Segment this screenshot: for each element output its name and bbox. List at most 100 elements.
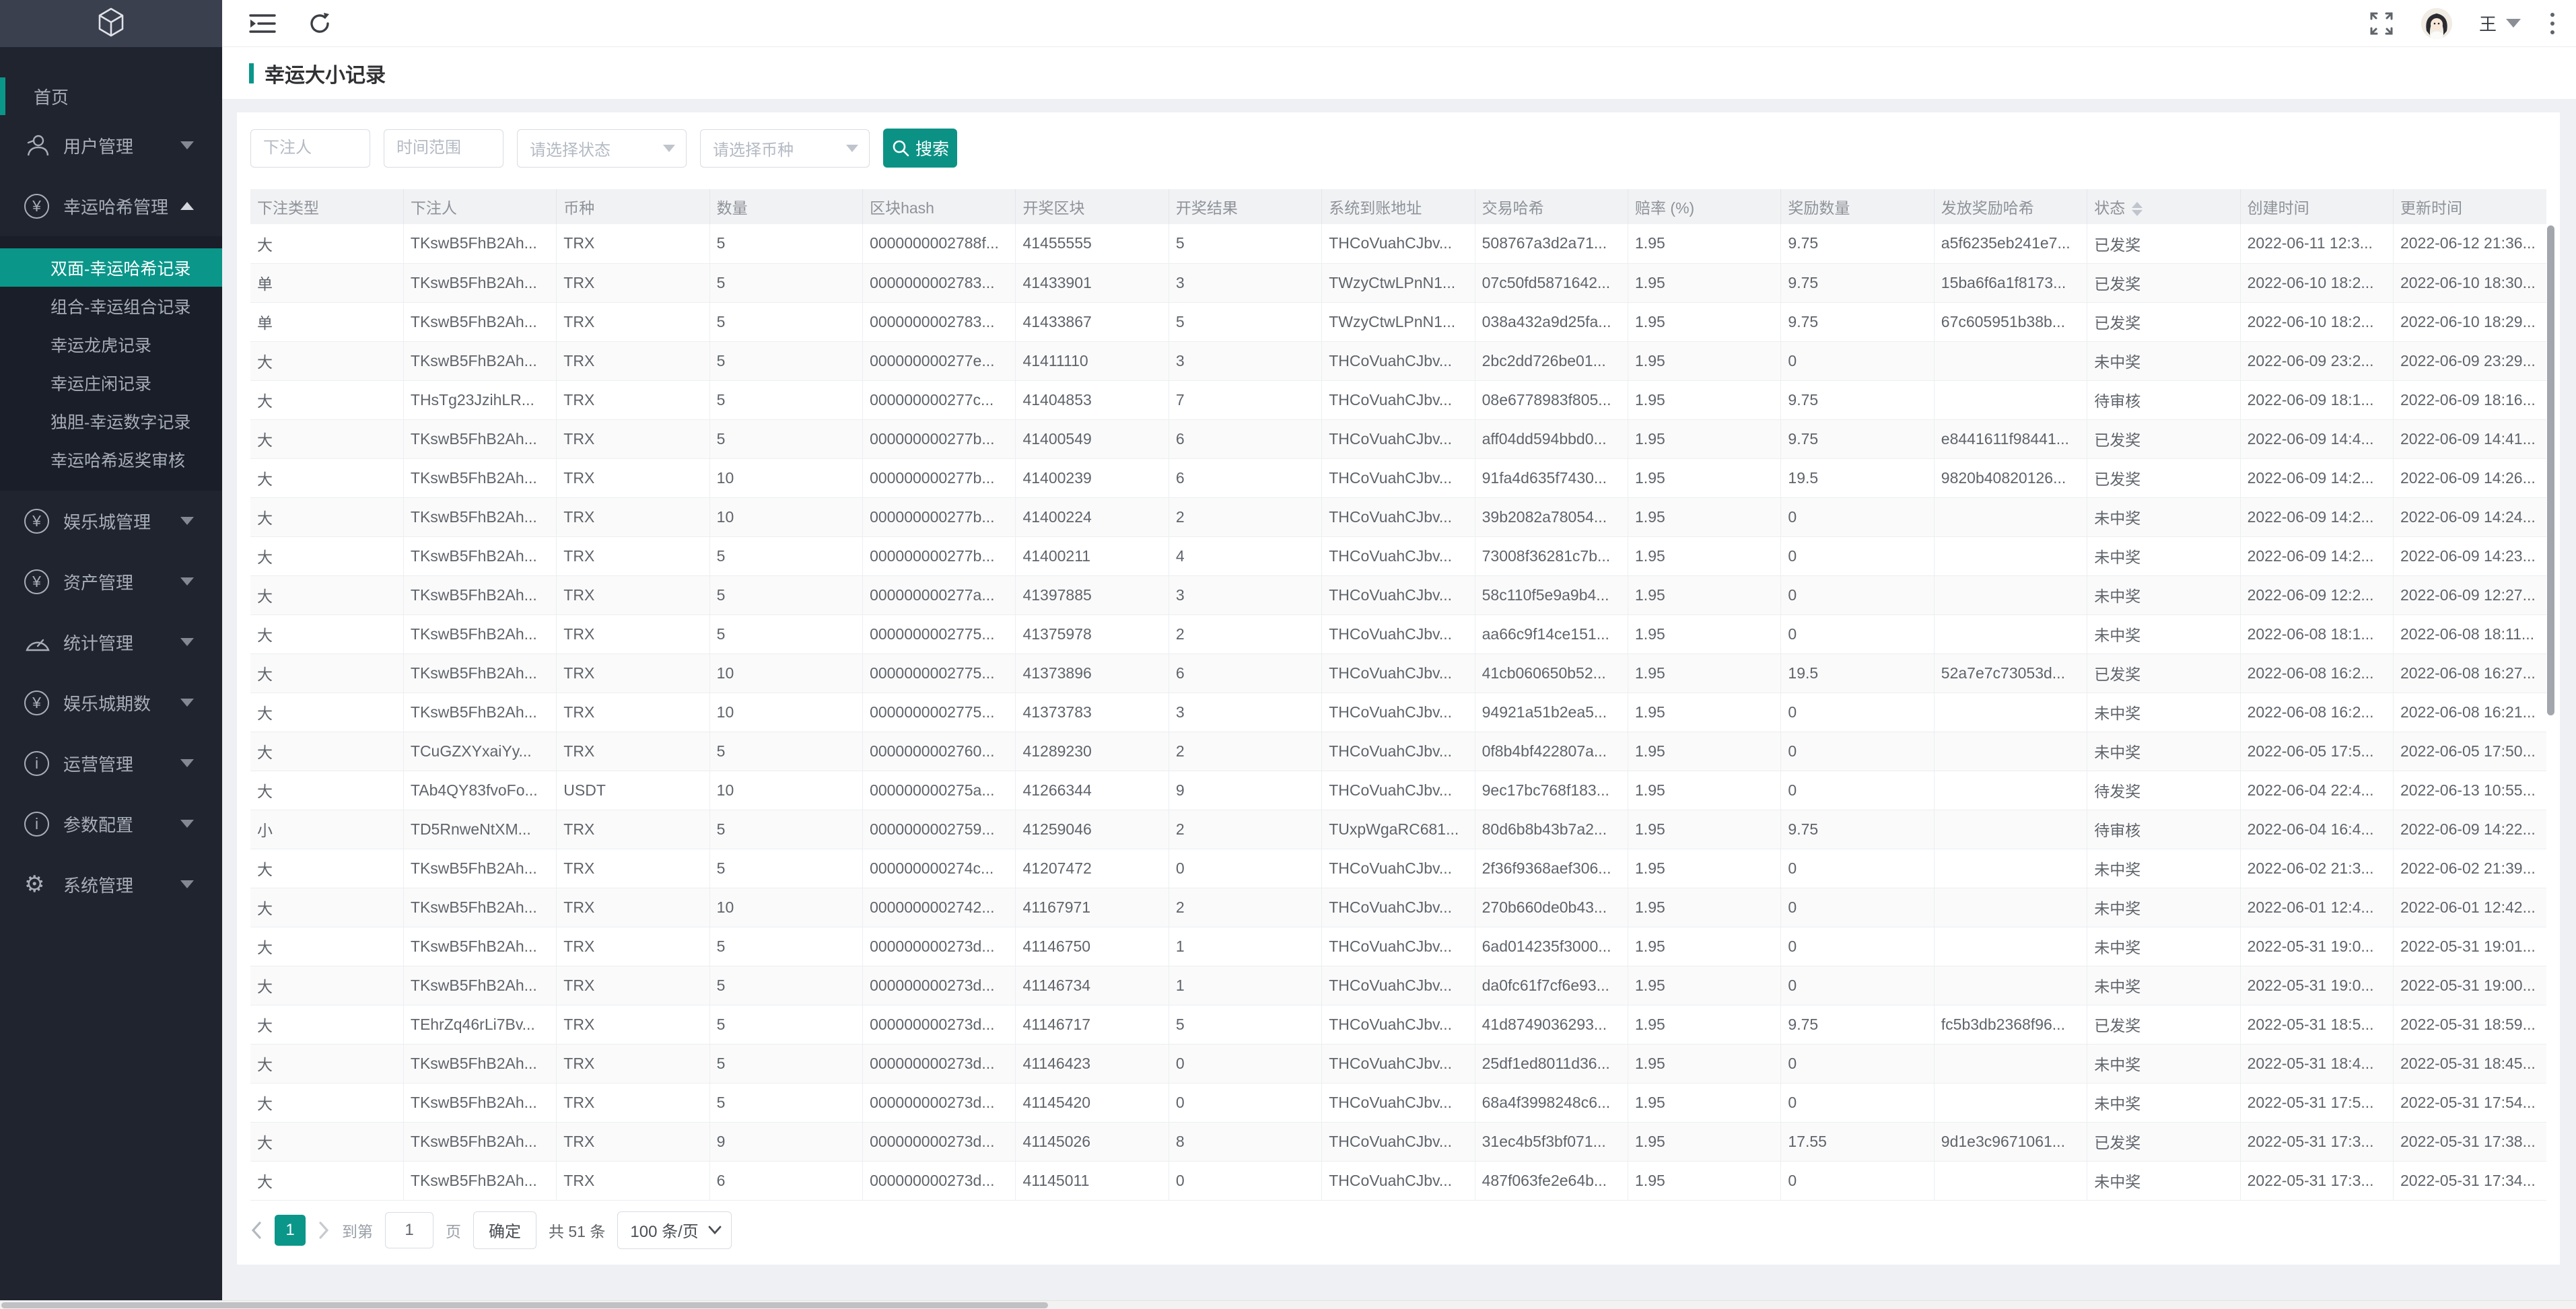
- chevron-up-icon: [180, 202, 194, 210]
- table-cell: TKswB5FhB2Ah...: [403, 1122, 557, 1162]
- next-page-icon[interactable]: [318, 1221, 330, 1240]
- table-cell: 5: [1169, 1005, 1323, 1045]
- sidebar-subitem-double-lucky-hash-records[interactable]: 双面-幸运哈希记录: [0, 248, 222, 287]
- table-cell: THCoVuahCJbv...: [1321, 888, 1475, 927]
- user-avatar[interactable]: [2421, 7, 2452, 39]
- status-select[interactable]: 请选择状态: [517, 129, 687, 168]
- table-cell: fc5b3db2368f96...: [1934, 1005, 2088, 1045]
- user-menu[interactable]: 王: [2479, 11, 2521, 36]
- sidebar-subitem-lucky-dragon-tiger-records[interactable]: 幸运龙虎记录: [0, 325, 222, 363]
- sidebar-subitem-lucky-hash-payout-review[interactable]: 幸运哈希返奖审核: [0, 440, 222, 479]
- table-cell: a5f6235eb241e7...: [1934, 224, 2088, 264]
- table-cell: 41375978: [1015, 614, 1169, 654]
- table-cell: 2022-05-31 19:0...: [2240, 966, 2394, 1005]
- table-cell: [1934, 536, 2088, 576]
- sidebar-group-user-management[interactable]: 用户管理: [0, 115, 222, 176]
- column-header-label: 系统到账地址: [1329, 199, 1422, 217]
- sort-carets-icon[interactable]: [2132, 202, 2143, 217]
- table-row: 大 TAb4QY83fvoFo... USDT 10 000000000275a... 4…: [250, 771, 2546, 810]
- table-row: 大 TKswB5FhB2Ah... TRX 6 000000000273d... 4114…: [250, 1161, 2546, 1201]
- table-cell: TRX: [556, 575, 710, 615]
- page-size-select[interactable]: 100 条/页: [617, 1211, 732, 1249]
- table-cell: TRX: [556, 224, 710, 264]
- table-cell: 0000000002775...: [862, 653, 1016, 693]
- sidebar-subitem-lucky-banker-player-records[interactable]: 幸运庄闲记录: [0, 363, 222, 402]
- search-button[interactable]: 搜索: [883, 129, 957, 168]
- table-cell: 41289230: [1015, 732, 1169, 771]
- table-cell: 1.95: [1628, 693, 1782, 732]
- column-header-6: 开奖区块: [1015, 189, 1169, 224]
- table-cell: 2022-06-10 18:2...: [2240, 263, 2394, 303]
- table-cell: 41259046: [1015, 810, 1169, 849]
- page-button-1[interactable]: 1: [275, 1214, 306, 1246]
- table-cell: 41455555: [1015, 224, 1169, 264]
- sidebar-group-operations-management[interactable]: i 运营管理: [0, 733, 222, 793]
- sidebar-group-asset-management[interactable]: ¥ 资产管理: [0, 551, 222, 612]
- sidebar-group-casino-periods[interactable]: ¥ 娱乐城期数: [0, 672, 222, 733]
- table-cell: 5: [1169, 302, 1323, 342]
- table-cell: 已发奖: [2087, 224, 2241, 264]
- table-cell: TRX: [556, 263, 710, 303]
- table-cell: 0: [1780, 341, 1935, 381]
- table-cell: 000000000274c...: [862, 849, 1016, 888]
- sidebar-menu: 首页 用户管理 ¥ 幸运哈希管理双面-幸运哈希记录 组合-幸运组合记录 幸运龙虎记录 幸运庄…: [0, 47, 222, 915]
- prev-page-icon[interactable]: [250, 1221, 263, 1240]
- sidebar-item-home[interactable]: 首页: [0, 77, 222, 115]
- refresh-icon[interactable]: [307, 11, 333, 36]
- table-cell: 2022-06-09 14:2...: [2240, 458, 2394, 498]
- collapse-menu-icon[interactable]: [249, 12, 276, 35]
- sidebar-group-system-management[interactable]: ⚙ 系统管理: [0, 854, 222, 915]
- table-cell: 未中奖: [2087, 849, 2241, 888]
- bettor-input[interactable]: [250, 129, 370, 168]
- table-cell: TRX: [556, 536, 710, 576]
- table-cell: 已发奖: [2087, 1005, 2241, 1045]
- column-header-13[interactable]: 状态: [2087, 189, 2241, 224]
- table-cell: 41400549: [1015, 419, 1169, 459]
- fullscreen-icon[interactable]: [2369, 11, 2394, 36]
- column-header-label: 区块hash: [870, 199, 934, 217]
- more-vertical-icon[interactable]: [2548, 10, 2557, 37]
- table-cell: 大: [250, 341, 404, 381]
- table-cell: 5: [709, 1083, 864, 1123]
- cube-logo-icon[interactable]: [95, 6, 127, 42]
- sidebar-group-lucky-hash-management[interactable]: ¥ 幸运哈希管理: [0, 176, 222, 236]
- table-vertical-scrollbar[interactable]: [2547, 225, 2554, 715]
- filter-bar: 请选择状态 请选择币种 搜索: [250, 129, 2546, 168]
- table-cell: 2022-06-01 12:42...: [2393, 888, 2546, 927]
- table-cell: 0000000002760...: [862, 732, 1016, 771]
- table-header-row: 下注类型 下注人 币种 数量 区块hash 开奖区块 开奖结果 系统到账地址 交易哈希 赔率 (%…: [250, 189, 2546, 224]
- table-cell: 7: [1169, 380, 1323, 420]
- table-cell: TKswB5FhB2Ah...: [403, 614, 557, 654]
- sidebar-subitem-single-lucky-number-records[interactable]: 独胆-幸运数字记录: [0, 402, 222, 440]
- main-area: 王 幸运大小记录 请选择状态 请选择币种: [222, 0, 2576, 1309]
- table-cell: 大: [250, 1083, 404, 1123]
- jump-page-input[interactable]: [385, 1211, 433, 1248]
- sidebar: 首页 用户管理 ¥ 幸运哈希管理双面-幸运哈希记录 组合-幸运组合记录 幸运龙虎记录 幸运庄…: [0, 0, 222, 1309]
- table-cell: 8: [1169, 1122, 1323, 1162]
- table-row: 小 TD5RnweNtXM... TRX 5 0000000002759... 41259…: [250, 810, 2546, 849]
- table-row: 大 TKswB5FhB2Ah... TRX 5 000000000273d... 4114…: [250, 927, 2546, 966]
- coin-select[interactable]: 请选择币种: [700, 129, 870, 168]
- table-cell: 未中奖: [2087, 1161, 2241, 1201]
- time-range-input[interactable]: [384, 129, 503, 168]
- chevron-down-icon: [180, 880, 194, 888]
- table-cell: 000000000277b...: [862, 458, 1016, 498]
- table-cell: 2f36f9368aef306...: [1475, 849, 1629, 888]
- table-cell: 0000000002783...: [862, 302, 1016, 342]
- table-cell: 未中奖: [2087, 341, 2241, 381]
- confirm-button[interactable]: 确定: [473, 1211, 536, 1249]
- page-horizontal-scrollbar-thumb[interactable]: [1, 1302, 1048, 1308]
- table-cell: aff04dd594bbd0...: [1475, 419, 1629, 459]
- sidebar-subitem-combo-lucky-combo-records[interactable]: 组合-幸运组合记录: [0, 287, 222, 325]
- title-bar: 幸运大小记录: [222, 47, 2576, 99]
- table-row: 大 TKswB5FhB2Ah... TRX 10 000000000277b... 414…: [250, 497, 2546, 537]
- table-cell: 5: [709, 966, 864, 1005]
- table-cell: TWzyCtwLPnN1...: [1321, 302, 1475, 342]
- sidebar-group-casino-management[interactable]: ¥ 娱乐城管理: [0, 491, 222, 551]
- sidebar-group-parameter-config[interactable]: i 参数配置: [0, 793, 222, 854]
- table-cell: TKswB5FhB2Ah...: [403, 419, 557, 459]
- chevron-down-icon: [180, 577, 194, 586]
- table-cell: 2022-06-09 14:22...: [2393, 810, 2546, 849]
- table-cell: 41400239: [1015, 458, 1169, 498]
- sidebar-group-statistics-management[interactable]: 统计管理: [0, 612, 222, 672]
